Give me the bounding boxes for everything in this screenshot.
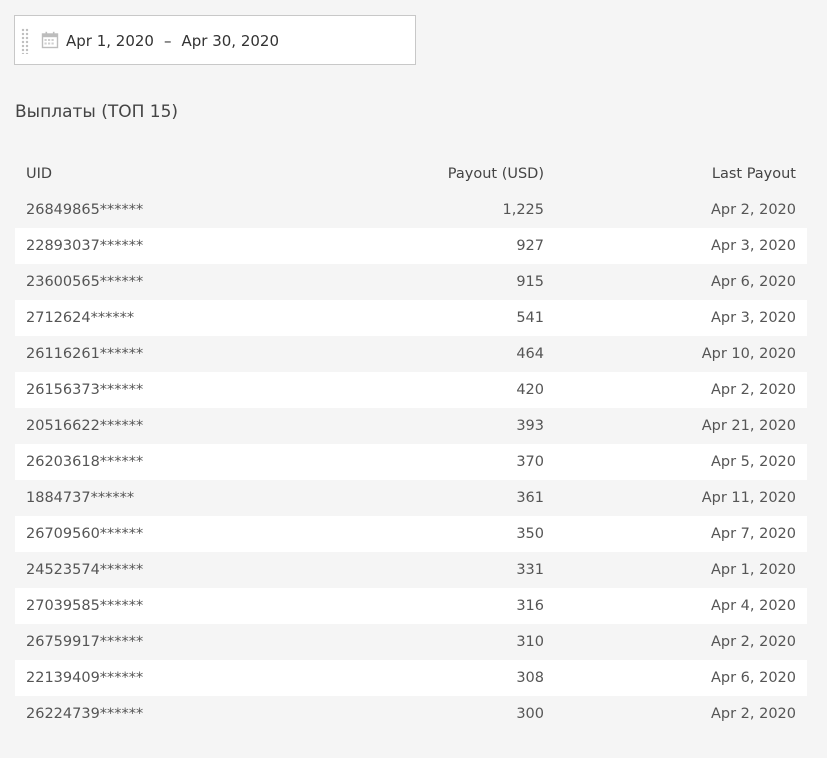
column-header-uid[interactable]: UID [15, 166, 315, 182]
table-row: 26116261****** 464 Apr 10, 2020 [15, 336, 807, 372]
cell-last-payout: Apr 2, 2020 [710, 706, 796, 722]
cell-uid: 26156373****** [26, 382, 144, 398]
cell-payout: 393 [516, 418, 544, 434]
cell-payout: 350 [516, 526, 544, 542]
cell-payout: 420 [516, 382, 544, 398]
table-row: 22893037****** 927 Apr 3, 2020 [15, 228, 807, 264]
cell-payout: 927 [516, 238, 544, 254]
cell-uid: 22893037****** [26, 238, 144, 254]
column-header-last-payout[interactable]: Last Payout [544, 166, 807, 182]
table-header-row: UID Payout (USD) Last Payout [15, 156, 807, 192]
cell-payout: 464 [516, 346, 544, 362]
cell-uid: 23600565****** [26, 274, 144, 290]
cell-payout: 370 [516, 454, 544, 470]
cell-last-payout: Apr 2, 2020 [710, 634, 796, 650]
cell-payout: 361 [516, 490, 544, 506]
cell-last-payout: Apr 3, 2020 [710, 310, 796, 326]
cell-uid: 22139409****** [26, 670, 144, 686]
table-row: 26759917****** 310 Apr 2, 2020 [15, 624, 807, 660]
cell-uid: 27039585****** [26, 598, 144, 614]
cell-last-payout: Apr 1, 2020 [710, 562, 796, 578]
cell-uid: 26849865****** [26, 202, 144, 218]
table-row: 2712624****** 541 Apr 3, 2020 [15, 300, 807, 336]
cell-uid: 26224739****** [26, 706, 144, 722]
table-row: 27039585****** 316 Apr 4, 2020 [15, 588, 807, 624]
cell-payout: 310 [516, 634, 544, 650]
cell-uid: 26116261****** [26, 346, 144, 362]
cell-last-payout: Apr 10, 2020 [701, 346, 796, 362]
cell-uid: 24523574****** [26, 562, 144, 578]
cell-payout: 541 [516, 310, 544, 326]
cell-uid: 26709560****** [26, 526, 144, 542]
date-range-start: Apr 1, 2020 [66, 32, 154, 50]
cell-last-payout: Apr 11, 2020 [701, 490, 796, 506]
cell-last-payout: Apr 6, 2020 [710, 274, 796, 290]
table-row: 24523574****** 331 Apr 1, 2020 [15, 552, 807, 588]
table-row: 26849865****** 1,225 Apr 2, 2020 [15, 192, 807, 228]
calendar-icon [41, 31, 59, 49]
cell-uid: 26759917****** [26, 634, 144, 650]
cell-uid: 20516622****** [26, 418, 144, 434]
cell-last-payout: Apr 4, 2020 [710, 598, 796, 614]
cell-last-payout: Apr 2, 2020 [710, 382, 796, 398]
date-range-text: Apr 1, 2020– Apr 30, 2020 [66, 16, 279, 66]
date-range-picker[interactable]: Apr 1, 2020– Apr 30, 2020 [14, 15, 416, 65]
table-row: 23600565****** 915 Apr 6, 2020 [15, 264, 807, 300]
table-row: 20516622****** 393 Apr 21, 2020 [15, 408, 807, 444]
date-range-separator: – [163, 32, 172, 50]
table-row: 22139409****** 308 Apr 6, 2020 [15, 660, 807, 696]
column-header-payout[interactable]: Payout (USD) [315, 166, 544, 182]
cell-payout: 316 [516, 598, 544, 614]
cell-uid: 2712624****** [26, 310, 135, 326]
payouts-table: UID Payout (USD) Last Payout 26849865***… [15, 156, 807, 732]
cell-last-payout: Apr 7, 2020 [710, 526, 796, 542]
cell-uid: 26203618****** [26, 454, 144, 470]
cell-last-payout: Apr 21, 2020 [701, 418, 796, 434]
section-title: Выплаты (ТОП 15) [15, 102, 179, 122]
cell-last-payout: Apr 6, 2020 [710, 670, 796, 686]
cell-last-payout: Apr 2, 2020 [710, 202, 796, 218]
table-row: 26224739****** 300 Apr 2, 2020 [15, 696, 807, 732]
table-row: 26203618****** 370 Apr 5, 2020 [15, 444, 807, 480]
table-body: 26849865****** 1,225 Apr 2, 2020 22893037**… [15, 192, 807, 732]
cell-payout: 308 [516, 670, 544, 686]
cell-payout: 1,225 [502, 202, 544, 218]
cell-last-payout: Apr 5, 2020 [710, 454, 796, 470]
cell-payout: 300 [516, 706, 544, 722]
drag-handle-icon[interactable] [21, 28, 29, 54]
cell-uid: 1884737****** [26, 490, 135, 506]
cell-payout: 915 [516, 274, 544, 290]
cell-last-payout: Apr 3, 2020 [710, 238, 796, 254]
table-row: 26156373****** 420 Apr 2, 2020 [15, 372, 807, 408]
date-range-end: Apr 30, 2020 [181, 32, 279, 50]
cell-payout: 331 [516, 562, 544, 578]
table-row: 26709560****** 350 Apr 7, 2020 [15, 516, 807, 552]
table-row: 1884737****** 361 Apr 11, 2020 [15, 480, 807, 516]
